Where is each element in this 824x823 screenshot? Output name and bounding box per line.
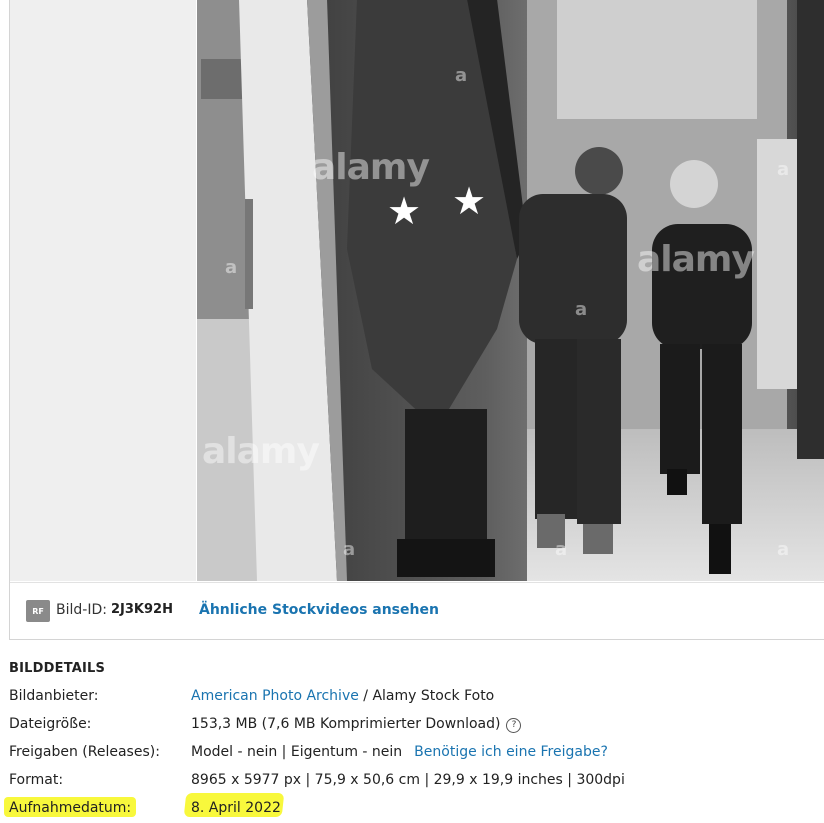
filesize-value: 153,3 MB (7,6 MB Komprimierter Download) — [191, 716, 501, 732]
watermark-letter: a — [343, 539, 356, 560]
detail-label: Freigaben (Releases): — [9, 744, 160, 760]
detail-row-releases: Freigaben (Releases): Model - nein | Eig… — [9, 744, 819, 764]
detail-label: Bildanbieter: — [9, 688, 99, 704]
photo-graphic: ★ ★ — [197, 0, 824, 581]
watermark: alamy — [312, 147, 430, 188]
watermark-letter: a — [555, 539, 568, 560]
watermark-letter: a — [777, 159, 790, 180]
watermark: alamy — [202, 431, 320, 472]
image-frame: ★ ★ alamy alamy alamy a a a a a a a RF B… — [9, 0, 824, 640]
image-id-bar: RF Bild-ID: 2J3K92H Ähnliche Stockvideos… — [10, 582, 824, 639]
image-side-panel — [10, 0, 196, 581]
watermark-letter: a — [777, 539, 790, 560]
release-info-link[interactable]: Benötige ich eine Freigabe? — [414, 744, 608, 760]
image-id-value: 2J3K92H — [111, 602, 173, 617]
detail-label: Format: — [9, 772, 64, 788]
detail-row-capture-date: Aufnahmedatum: 8. April 2022 — [9, 800, 819, 820]
image-details-heading: BILDDETAILS — [9, 661, 106, 676]
watermark-letter: a — [575, 299, 588, 320]
flag-star: ★ — [452, 179, 486, 223]
watermark: alamy — [637, 239, 755, 280]
provider-link[interactable]: American Photo Archive — [191, 688, 359, 704]
detail-label: Aufnahmedatum: — [9, 800, 132, 816]
flag-star: ★ — [387, 189, 421, 233]
stock-photo[interactable]: ★ ★ alamy alamy alamy a a a a a a a — [197, 0, 824, 581]
releases-value: Model - nein | Eigentum - nein — [191, 744, 403, 760]
rf-license-badge: RF — [26, 600, 50, 622]
watermark-letter: a — [225, 257, 238, 278]
image-id-label: Bild-ID: — [56, 602, 107, 618]
detail-row-provider: Bildanbieter: American Photo Archive / A… — [9, 688, 819, 708]
help-icon[interactable]: ? — [506, 717, 522, 733]
similar-stock-videos-link[interactable]: Ähnliche Stockvideos ansehen — [199, 602, 439, 618]
capture-date-value: 8. April 2022 — [191, 800, 281, 816]
detail-row-format: Format: 8965 x 5977 px | 75,9 x 50,6 cm … — [9, 772, 819, 792]
format-value: 8965 x 5977 px | 75,9 x 50,6 cm | 29,9 x… — [191, 772, 625, 788]
provider-suffix: / Alamy Stock Foto — [358, 688, 495, 704]
detail-row-filesize: Dateigröße: 153,3 MB (7,6 MB Komprimiert… — [9, 716, 819, 736]
watermark-letter: a — [455, 65, 468, 86]
detail-label: Dateigröße: — [9, 716, 92, 732]
